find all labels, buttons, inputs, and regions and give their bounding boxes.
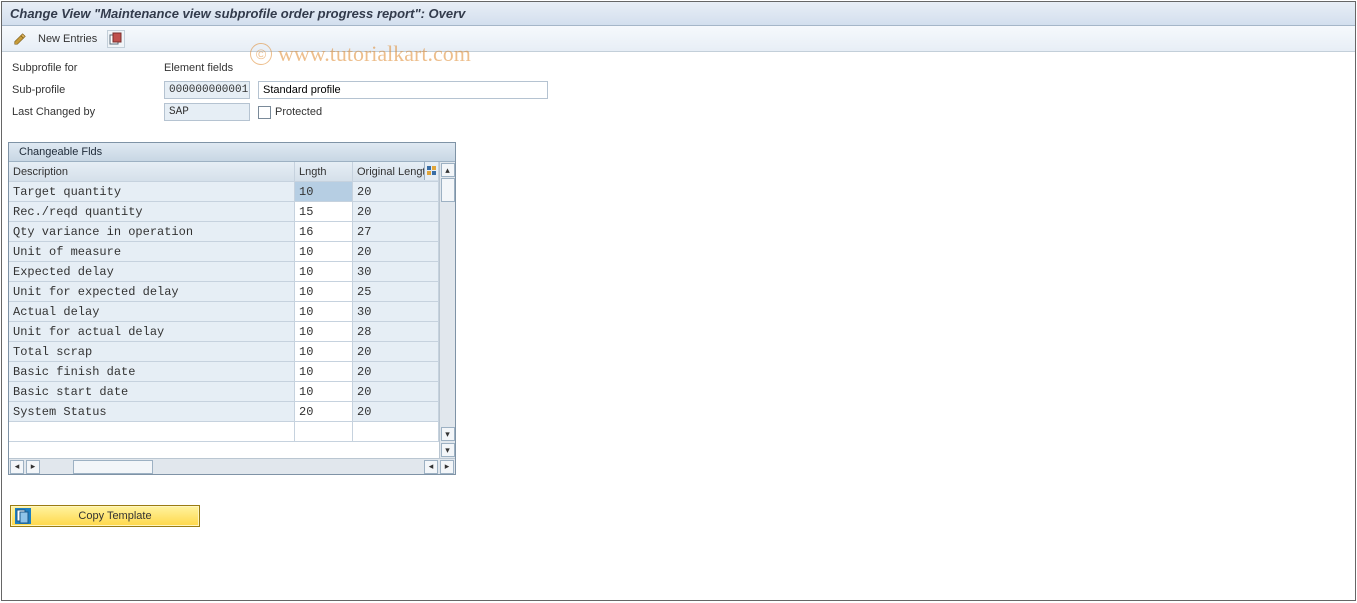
cell-original-length: 28 bbox=[353, 322, 439, 341]
protected-label: Protected bbox=[275, 106, 322, 118]
cell-length[interactable]: 10 bbox=[295, 342, 353, 361]
subprofile-desc-input[interactable] bbox=[258, 81, 548, 99]
scroll-left2-icon[interactable]: ◂ bbox=[424, 460, 438, 474]
new-entries-button[interactable]: New Entries bbox=[38, 33, 97, 45]
hscroll-thumb[interactable] bbox=[73, 460, 153, 474]
cell-length[interactable]: 20 bbox=[295, 402, 353, 421]
scroll-right2-icon[interactable]: ▸ bbox=[440, 460, 454, 474]
table-row bbox=[9, 422, 439, 442]
cell-description: Unit of measure bbox=[9, 242, 295, 261]
cell-original-length: 20 bbox=[353, 342, 439, 361]
cell-original-length: 20 bbox=[353, 362, 439, 381]
cell-description: Actual delay bbox=[9, 302, 295, 321]
scroll-right-icon[interactable]: ▸ bbox=[26, 460, 40, 474]
cell-description: Unit for expected delay bbox=[9, 282, 295, 301]
col-header-length[interactable]: Lngth bbox=[295, 162, 353, 181]
cell-description: Unit for actual delay bbox=[9, 322, 295, 341]
table-row[interactable]: Expected delay1030 bbox=[9, 262, 439, 282]
cell-original-length: 20 bbox=[353, 242, 439, 261]
toggle-display-change-icon[interactable] bbox=[12, 31, 28, 47]
table-row[interactable]: Basic finish date1020 bbox=[9, 362, 439, 382]
table-row[interactable]: Qty variance in operation1627 bbox=[9, 222, 439, 242]
copy-as-icon[interactable] bbox=[107, 30, 125, 48]
cell-length[interactable]: 10 bbox=[295, 302, 353, 321]
table-row[interactable]: Unit for expected delay1025 bbox=[9, 282, 439, 302]
cell-description: System Status bbox=[9, 402, 295, 421]
cell-original-length: 20 bbox=[353, 402, 439, 421]
cell-length[interactable]: 10 bbox=[295, 382, 353, 401]
table-row[interactable]: Rec./reqd quantity1520 bbox=[9, 202, 439, 222]
cell-original-length: 30 bbox=[353, 262, 439, 281]
cell-description: Expected delay bbox=[9, 262, 295, 281]
table-header: Description Lngth Original Length bbox=[9, 162, 439, 182]
col-header-original-length[interactable]: Original Length bbox=[353, 162, 439, 181]
cell-length[interactable]: 10 bbox=[295, 182, 353, 201]
copy-template-label: Copy Template bbox=[35, 510, 195, 522]
subprofile-for-value: Element fields bbox=[164, 62, 233, 74]
cell-description: Basic finish date bbox=[9, 362, 295, 381]
cell-description: Qty variance in operation bbox=[9, 222, 295, 241]
cell-length[interactable]: 10 bbox=[295, 242, 353, 261]
subprofile-for-label: Subprofile for bbox=[12, 62, 164, 74]
changeable-fields-table: Changeable Flds Description Lngth Origin… bbox=[8, 142, 456, 475]
subprofile-value: 000000000001 bbox=[164, 81, 250, 99]
cell-original-length: 20 bbox=[353, 202, 439, 221]
scroll-thumb[interactable] bbox=[441, 178, 455, 202]
cell-original-length: 25 bbox=[353, 282, 439, 301]
table-row[interactable]: Unit for actual delay1028 bbox=[9, 322, 439, 342]
cell-original-length: 20 bbox=[353, 182, 439, 201]
checkbox-icon bbox=[258, 106, 271, 119]
table-row[interactable]: Basic start date1020 bbox=[9, 382, 439, 402]
cell-length[interactable]: 16 bbox=[295, 222, 353, 241]
scroll-up-icon[interactable]: ▴ bbox=[441, 163, 455, 177]
scroll-bottom-icon[interactable]: ▾ bbox=[441, 443, 455, 457]
cell-description: Rec./reqd quantity bbox=[9, 202, 295, 221]
cell-length[interactable]: 10 bbox=[295, 262, 353, 281]
col-header-description[interactable]: Description bbox=[9, 162, 295, 181]
cell-description: Total scrap bbox=[9, 342, 295, 361]
subprofile-label: Sub-profile bbox=[12, 84, 164, 96]
col-header-olen-text: Original Length bbox=[357, 166, 432, 178]
scroll-left-icon[interactable]: ◂ bbox=[10, 460, 24, 474]
cell-length[interactable]: 10 bbox=[295, 282, 353, 301]
cell-description: Basic start date bbox=[9, 382, 295, 401]
toolbar: New Entries bbox=[2, 26, 1355, 52]
table-row[interactable]: Actual delay1030 bbox=[9, 302, 439, 322]
cell-length[interactable]: 10 bbox=[295, 362, 353, 381]
last-changed-value: SAP bbox=[164, 103, 250, 121]
page-title: Change View "Maintenance view subprofile… bbox=[2, 2, 1355, 26]
horizontal-scrollbar[interactable]: ◂ ▸ ◂ ▸ bbox=[9, 458, 455, 474]
last-changed-label: Last Changed by bbox=[12, 106, 164, 118]
cell-original-length: 20 bbox=[353, 382, 439, 401]
form-area: Subprofile for Element fields Sub-profil… bbox=[2, 52, 1355, 124]
table-row[interactable]: Unit of measure1020 bbox=[9, 242, 439, 262]
copy-template-button[interactable]: Copy Template bbox=[10, 505, 200, 527]
table-configure-icon[interactable] bbox=[424, 162, 438, 180]
cell-original-length: 30 bbox=[353, 302, 439, 321]
scroll-down-icon[interactable]: ▾ bbox=[441, 427, 455, 441]
cell-length[interactable]: 15 bbox=[295, 202, 353, 221]
cell-original-length: 27 bbox=[353, 222, 439, 241]
cell-length[interactable]: 10 bbox=[295, 322, 353, 341]
cell-description: Target quantity bbox=[9, 182, 295, 201]
protected-checkbox[interactable]: Protected bbox=[258, 106, 322, 119]
copy-template-icon bbox=[15, 508, 31, 524]
table-row[interactable]: Total scrap1020 bbox=[9, 342, 439, 362]
table-row[interactable]: System Status2020 bbox=[9, 402, 439, 422]
table-row[interactable]: Target quantity1020 bbox=[9, 182, 439, 202]
table-caption: Changeable Flds bbox=[9, 143, 455, 162]
vertical-scrollbar[interactable]: ▴ ▾ ▾ bbox=[439, 162, 455, 458]
